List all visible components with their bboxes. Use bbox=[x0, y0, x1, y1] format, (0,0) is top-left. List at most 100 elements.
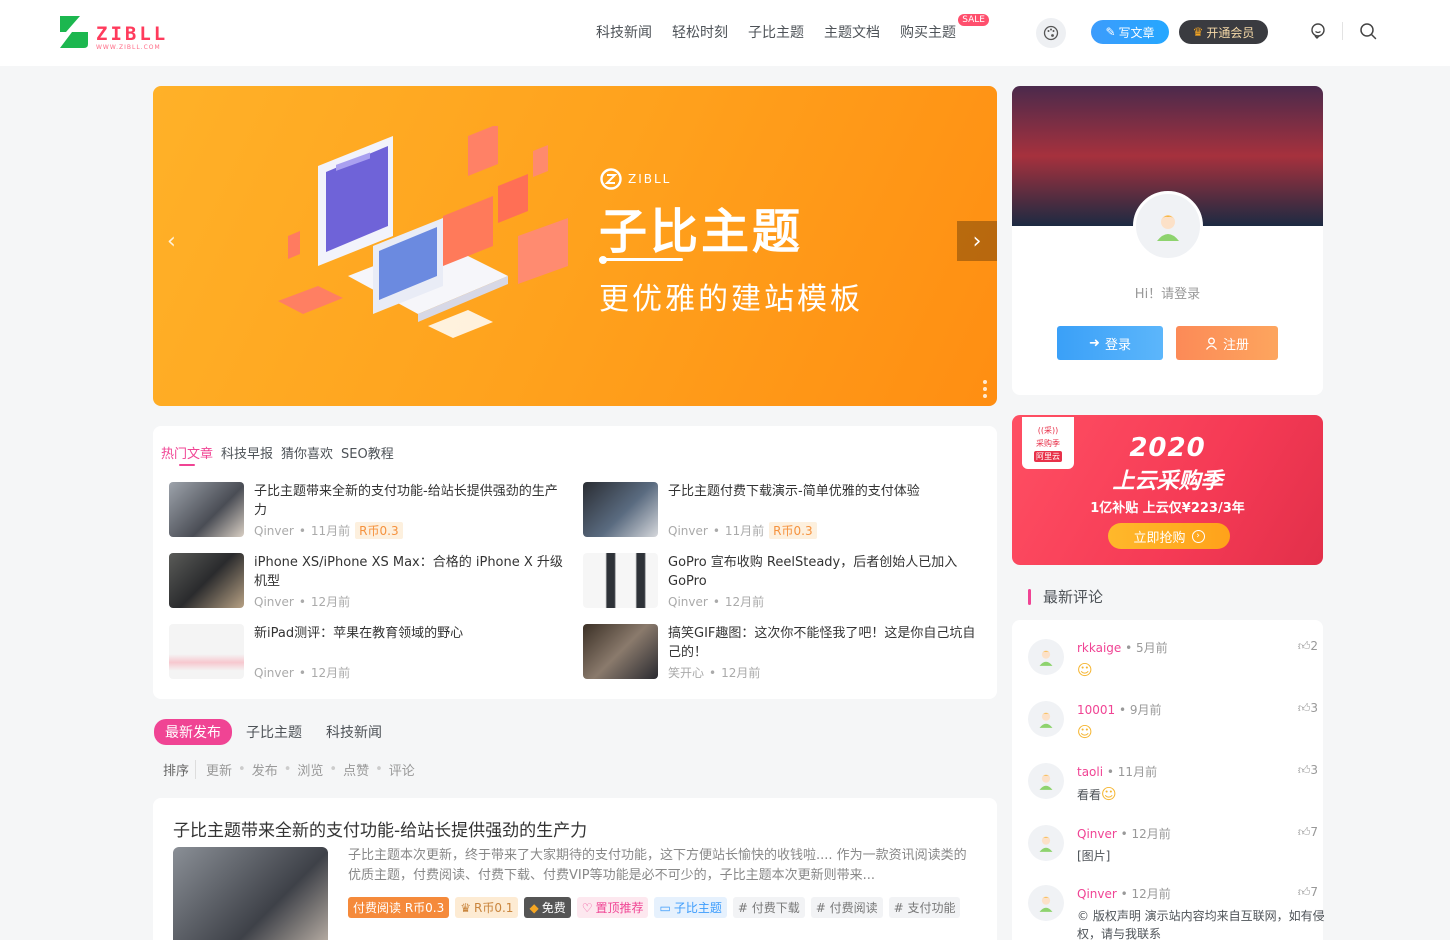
post-title[interactable]: 子比主题付费下载演示-简单优雅的支付体验 bbox=[668, 482, 983, 501]
category-tag[interactable]: ▭ 子比主题 bbox=[654, 897, 727, 918]
avatar[interactable] bbox=[1028, 701, 1064, 737]
latest-comments-heading: 最新评论 bbox=[1028, 586, 1103, 607]
write-article-button[interactable]: ✎ 写文章 bbox=[1091, 20, 1169, 44]
logo-subtext: WWW.ZIBLL.COM bbox=[96, 44, 161, 51]
comment-author[interactable]: taoli bbox=[1077, 765, 1103, 779]
post-title[interactable]: GoPro 宣布收购 ReelSteady，后者创始人已加入 GoPro bbox=[668, 553, 983, 591]
register-button[interactable]: 注册 bbox=[1176, 326, 1278, 360]
avatar[interactable] bbox=[1028, 885, 1064, 921]
search-icon[interactable] bbox=[1359, 22, 1377, 40]
default-avatar-icon bbox=[1039, 896, 1053, 912]
tab-hot-articles[interactable]: 热门文章 bbox=[161, 443, 213, 466]
thumbs-up-icon: 👍︎ bbox=[1297, 639, 1311, 653]
hot-posts-tabs: 热门文章 科技早报 猜你喜欢 SEO教程 bbox=[161, 443, 394, 466]
promo-ad-banner[interactable]: ((采)) 采购季 阿里云 2020 上云采购季 1亿补贴 上云仅¥223/3年… bbox=[1012, 415, 1323, 565]
nav-item-buy-theme[interactable]: 购买主题 SALE bbox=[900, 14, 989, 42]
user-login-card: Hi！请登录 ➜ 登录 注册 bbox=[1012, 86, 1323, 395]
post-card: 子比主题带来全新的支付功能-给站长提供强劲的生产力 子比主题本次更新，终于带来了… bbox=[153, 798, 997, 940]
comment-author[interactable]: rkkaige bbox=[1077, 641, 1121, 655]
post-thumbnail[interactable] bbox=[583, 553, 658, 608]
post-author[interactable]: Qinver bbox=[668, 595, 708, 609]
post-author[interactable]: Qinver bbox=[254, 666, 294, 680]
post-title[interactable]: 新iPad测评：苹果在教育领域的野心 bbox=[254, 624, 569, 643]
message-icon[interactable] bbox=[1309, 22, 1327, 40]
list-item[interactable]: 搞笑GIF趣图：这次你不能怪我了吧！这是你自己坑自己的！ 笑开心 • 12月前 bbox=[583, 624, 983, 680]
nav-item-tech-news[interactable]: 科技新闻 bbox=[596, 22, 652, 42]
open-vip-button[interactable]: ♛ 开通会员 bbox=[1179, 20, 1268, 44]
post-time: 12月前 bbox=[721, 666, 761, 680]
list-item[interactable]: GoPro 宣布收购 ReelSteady，后者创始人已加入 GoPro Qin… bbox=[583, 553, 983, 609]
post-author[interactable]: Qinver bbox=[668, 524, 708, 538]
comment-like[interactable]: 👍︎2 bbox=[1298, 639, 1318, 654]
login-prompt[interactable]: Hi！请登录 bbox=[1012, 283, 1323, 302]
tag-paid-download[interactable]: # 付费下载 bbox=[732, 897, 805, 918]
comment-author[interactable]: Qinver bbox=[1077, 827, 1117, 841]
post-author[interactable]: 笑开心 bbox=[668, 664, 704, 681]
post-author[interactable]: Qinver bbox=[254, 595, 294, 609]
tag-paid-read[interactable]: # 付费阅读 bbox=[810, 897, 883, 918]
header-divider bbox=[1342, 22, 1343, 40]
comment-author[interactable]: 10001 bbox=[1077, 703, 1115, 717]
theme-switch-button[interactable] bbox=[1036, 18, 1066, 48]
sort-likes[interactable]: 点赞 bbox=[343, 760, 369, 779]
nav-item-relax[interactable]: 轻松时刻 bbox=[672, 22, 728, 42]
sticky-badge[interactable]: ♡ 置顶推荐 bbox=[576, 897, 649, 918]
post-thumbnail[interactable] bbox=[169, 553, 244, 608]
post-thumbnail[interactable] bbox=[583, 482, 658, 537]
post-title[interactable]: 搞笑GIF趣图：这次你不能怪我了吧！这是你自己坑自己的！ bbox=[668, 624, 983, 662]
tab-latest[interactable]: 最新发布 bbox=[154, 719, 232, 745]
avatar[interactable] bbox=[1028, 639, 1064, 675]
post-thumbnail[interactable] bbox=[169, 482, 244, 537]
post-title[interactable]: 子比主题带来全新的支付功能-给站长提供强劲的生产力 bbox=[173, 816, 587, 841]
post-author[interactable]: Qinver bbox=[254, 524, 294, 538]
latest-comments-title: 最新评论 bbox=[1043, 588, 1104, 606]
comment-like[interactable]: 👍︎3 bbox=[1298, 701, 1318, 716]
sign-in-icon: ➜ bbox=[1089, 335, 1100, 351]
post-thumbnail[interactable] bbox=[583, 624, 658, 679]
comment-like[interactable]: 👍︎3 bbox=[1298, 763, 1318, 778]
list-item[interactable]: 子比主题带来全新的支付功能-给站长提供强劲的生产力 Qinver • 11月前 R币0… bbox=[169, 482, 569, 539]
list-item[interactable]: 新iPad测评：苹果在教育领域的野心 Qinver • 12月前 bbox=[169, 624, 569, 680]
sort-published[interactable]: 发布 bbox=[252, 760, 278, 779]
post-title[interactable]: 子比主题带来全新的支付功能-给站长提供强劲的生产力 bbox=[254, 482, 569, 520]
price-badge-label: R币0.1 bbox=[474, 901, 514, 915]
sort-views[interactable]: 浏览 bbox=[297, 760, 323, 779]
login-button[interactable]: ➜ 登录 bbox=[1057, 326, 1163, 360]
comment-like-count: 7 bbox=[1310, 885, 1318, 899]
sort-comments[interactable]: 评论 bbox=[389, 760, 415, 779]
ad-cta-button[interactable]: 立即抢购 › bbox=[1108, 523, 1230, 549]
slider-pagination[interactable] bbox=[983, 380, 987, 398]
hero-slider[interactable]: ‹ › ZIBLL 子比主题 更优雅的建站模板 bbox=[153, 86, 997, 406]
tab-tech-morning[interactable]: 科技早报 bbox=[221, 443, 273, 462]
nav-item-zibll-theme[interactable]: 子比主题 bbox=[748, 22, 804, 42]
pencil-icon: ✎ bbox=[1105, 25, 1116, 39]
default-avatar-icon bbox=[1039, 650, 1053, 666]
comment-like[interactable]: 👍︎7 bbox=[1298, 885, 1318, 900]
post-thumbnail[interactable] bbox=[169, 624, 244, 679]
sort-updated[interactable]: 更新 bbox=[206, 760, 232, 779]
tab-you-may-like[interactable]: 猜你喜欢 bbox=[281, 443, 333, 462]
comment-time: 11月前 bbox=[1117, 765, 1158, 779]
tag-payment[interactable]: # 支付功能 bbox=[888, 897, 961, 918]
tab-tech-news[interactable]: 科技新闻 bbox=[326, 722, 382, 742]
tab-seo-tutorial[interactable]: SEO教程 bbox=[341, 443, 394, 462]
slider-prev-button[interactable]: ‹ bbox=[167, 229, 176, 254]
list-item[interactable]: iPhone XS/iPhone XS Max：合格的 iPhone X 升级机… bbox=[169, 553, 569, 609]
site-logo[interactable]: ZIBLL WWW.ZIBLL.COM bbox=[58, 14, 168, 51]
slider-next-button[interactable]: › bbox=[957, 221, 997, 261]
heart-icon: ♡ bbox=[581, 900, 593, 915]
avatar[interactable] bbox=[1133, 191, 1203, 261]
avatar[interactable] bbox=[1028, 763, 1064, 799]
post-title[interactable]: iPhone XS/iPhone XS Max：合格的 iPhone X 升级机… bbox=[254, 553, 569, 591]
avatar[interactable] bbox=[1028, 825, 1064, 861]
register-label: 注册 bbox=[1222, 337, 1249, 353]
tab-zibll-theme[interactable]: 子比主题 bbox=[246, 722, 302, 742]
nav-item-theme-docs[interactable]: 主题文档 bbox=[824, 22, 880, 42]
comment-author[interactable]: Qinver bbox=[1077, 887, 1117, 901]
comment-text: © 版权声明 演示站内容均来自互联网，如有侵权，请与我联系 bbox=[1077, 909, 1325, 940]
comment-like[interactable]: 👍︎7 bbox=[1298, 825, 1318, 840]
latest-comments-list: rkkaige • 5月前 👍︎2 ☺ 10001 • 9月前 👍︎3 ☺ ta… bbox=[1012, 620, 1325, 940]
list-item[interactable]: 子比主题付费下载演示-简单优雅的支付体验 Qinver • 11月前 R币0.3 bbox=[583, 482, 983, 539]
thumbs-up-icon: 👍︎ bbox=[1297, 701, 1311, 715]
post-thumbnail[interactable] bbox=[173, 847, 328, 940]
